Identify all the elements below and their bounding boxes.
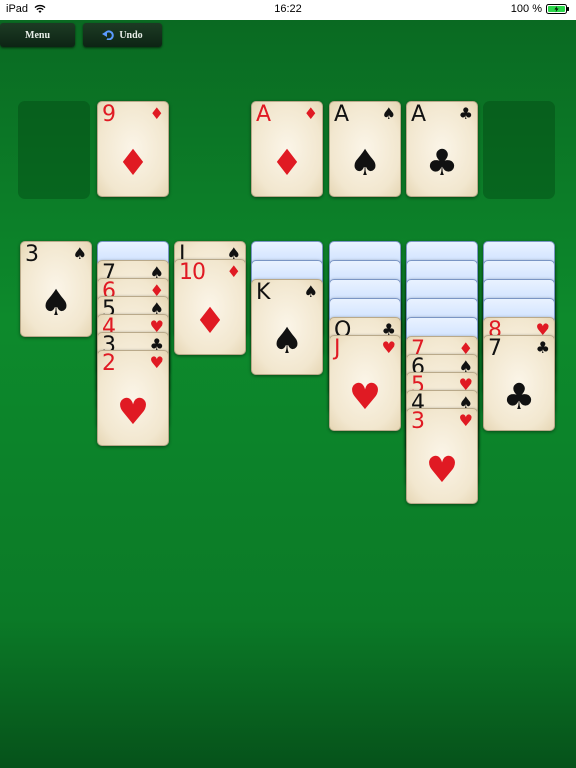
tableau-card[interactable]: 10 ♦ ♦ — [174, 259, 246, 355]
foundation-card[interactable]: A ♠ ♠ — [329, 101, 401, 197]
foundation-card[interactable]: A ♦ ♦ — [251, 101, 323, 197]
card-rank: A — [334, 102, 349, 127]
card-center-suit-icon: ♥ — [116, 392, 150, 433]
card-suit-icon: ♥ — [149, 353, 164, 372]
card-suit-icon: ♠ — [72, 244, 87, 263]
waste-card[interactable]: 9 ♦ ♦ — [97, 101, 169, 197]
card-center-suit-icon: ♣ — [425, 143, 459, 184]
card-rank: A — [256, 102, 271, 127]
card-center-suit-icon: ♥ — [425, 450, 459, 491]
tableau-card[interactable]: 7 ♣ ♣ — [483, 335, 555, 431]
card-rank: 10 — [179, 260, 206, 285]
foundation-card[interactable]: A ♣ ♣ — [406, 101, 478, 197]
status-right: 100 % — [511, 3, 570, 15]
menu-button[interactable]: Menu — [0, 23, 75, 47]
card-center-suit-icon: ♣ — [502, 377, 536, 418]
battery-icon — [546, 4, 569, 14]
tableau-card[interactable]: K ♠ ♠ — [251, 279, 323, 375]
card-suit-icon: ♥ — [381, 338, 396, 357]
foundation-slot[interactable] — [483, 101, 555, 199]
tableau-card[interactable]: 3 ♠ ♠ — [20, 241, 92, 337]
card-center-suit-icon: ♠ — [348, 143, 382, 184]
tableau-card[interactable]: 2 ♥ ♥ — [97, 350, 169, 446]
stock-pile[interactable] — [18, 101, 90, 199]
card-center-suit-icon: ♠ — [39, 283, 73, 324]
undo-button[interactable]: Undo — [83, 23, 162, 47]
card-center-suit-icon: ♥ — [348, 377, 382, 418]
card-rank: J — [334, 336, 340, 361]
card-suit-icon: ♦ — [303, 104, 318, 123]
card-rank: A — [411, 102, 426, 127]
card-rank: 3 — [25, 242, 39, 267]
card-center-suit-icon: ♠ — [270, 321, 304, 362]
tableau-card[interactable]: J ♥ ♥ — [329, 335, 401, 431]
card-rank: K — [256, 280, 270, 305]
card-center-suit-icon: ♦ — [193, 301, 227, 342]
card-center-suit-icon: ♦ — [270, 143, 304, 184]
status-time: 16:22 — [274, 3, 302, 15]
card-rank: 7 — [488, 336, 502, 361]
tableau-card[interactable]: 3 ♥ ♥ — [406, 408, 478, 504]
battery-percent: 100 % — [510, 3, 542, 15]
card-center-suit-icon: ♦ — [116, 143, 150, 184]
game-table: Menu Undo 9♦♦A♦♦A♠♠A♣♣3♠♠7♠♠6♦♦5♠♠4♥♥3♣♣… — [0, 20, 576, 768]
card-suit-icon: ♦ — [226, 262, 241, 281]
status-bar: iPad 16:22 100 % — [0, 0, 576, 20]
card-suit-icon: ♥ — [458, 411, 473, 430]
undo-label: Undo — [119, 29, 143, 41]
menu-label: Menu — [25, 29, 50, 41]
card-suit-icon: ♠ — [381, 104, 396, 123]
card-suit-icon: ♣ — [458, 104, 473, 123]
card-rank: 2 — [102, 351, 116, 376]
card-rank: 9 — [102, 102, 116, 127]
card-suit-icon: ♦ — [149, 104, 164, 123]
card-suit-icon: ♣ — [535, 338, 550, 357]
card-rank: 3 — [411, 409, 425, 434]
card-suit-icon: ♠ — [303, 282, 318, 301]
undo-icon — [102, 30, 115, 40]
